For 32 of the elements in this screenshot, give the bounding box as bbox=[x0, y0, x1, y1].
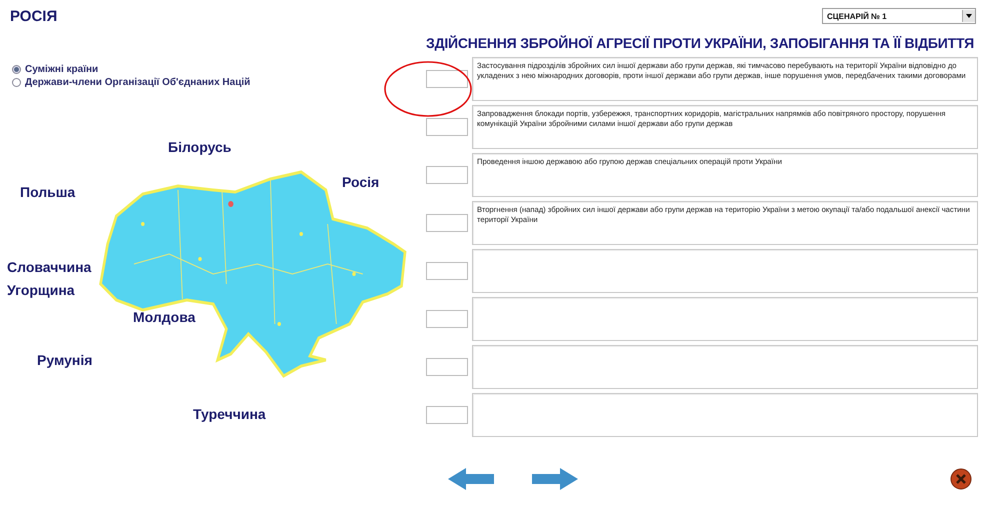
answer-field[interactable] bbox=[426, 214, 468, 232]
country-label: Білорусь bbox=[168, 139, 232, 155]
answer-field[interactable] bbox=[426, 118, 468, 136]
back-button[interactable] bbox=[446, 467, 496, 491]
answer-field[interactable] bbox=[426, 358, 468, 376]
country-label: Росія bbox=[342, 174, 380, 190]
radio-button[interactable] bbox=[12, 78, 21, 87]
right-arrow-icon bbox=[530, 467, 580, 491]
radio-option[interactable]: Держави-члени Організації Об'єднаних Націй bbox=[12, 77, 420, 88]
section-heading: ЗДІЙСНЕННЯ ЗБРОЙНОЇ АГРЕСІЇ ПРОТИ УКРАЇНИ, ЗАПОБІГАННЯ ТА ЇЇ ВІДБИТТЯ bbox=[426, 35, 975, 51]
country-label: Туреччина bbox=[193, 406, 266, 422]
close-button[interactable] bbox=[950, 468, 972, 490]
page-title: РОСІЯ bbox=[9, 8, 58, 27]
country-label: Польша bbox=[20, 184, 76, 200]
answer-field[interactable] bbox=[426, 262, 468, 280]
answer-field[interactable] bbox=[426, 406, 468, 424]
radio-label: Держави-члени Організації Об'єднаних Націй bbox=[25, 77, 250, 88]
scenario-dropdown[interactable]: СЦЕНАРІЙ № 1 bbox=[822, 8, 976, 24]
answer-field[interactable] bbox=[426, 166, 468, 184]
country-label: Молдова bbox=[133, 309, 196, 325]
answer-field[interactable] bbox=[426, 70, 468, 88]
country-label: Румунія bbox=[37, 352, 92, 368]
country-label: Угорщина bbox=[7, 282, 75, 298]
radio-label: Суміжні країни bbox=[25, 64, 98, 75]
radio-option[interactable]: Суміжні країни bbox=[12, 64, 420, 75]
caret-icon bbox=[966, 14, 972, 18]
close-icon bbox=[950, 468, 972, 490]
left-arrow-icon bbox=[446, 467, 496, 491]
answer-field[interactable] bbox=[426, 310, 468, 328]
radio-button[interactable] bbox=[12, 65, 21, 74]
forward-button[interactable] bbox=[530, 467, 580, 491]
country-label: Словаччина bbox=[7, 259, 92, 275]
